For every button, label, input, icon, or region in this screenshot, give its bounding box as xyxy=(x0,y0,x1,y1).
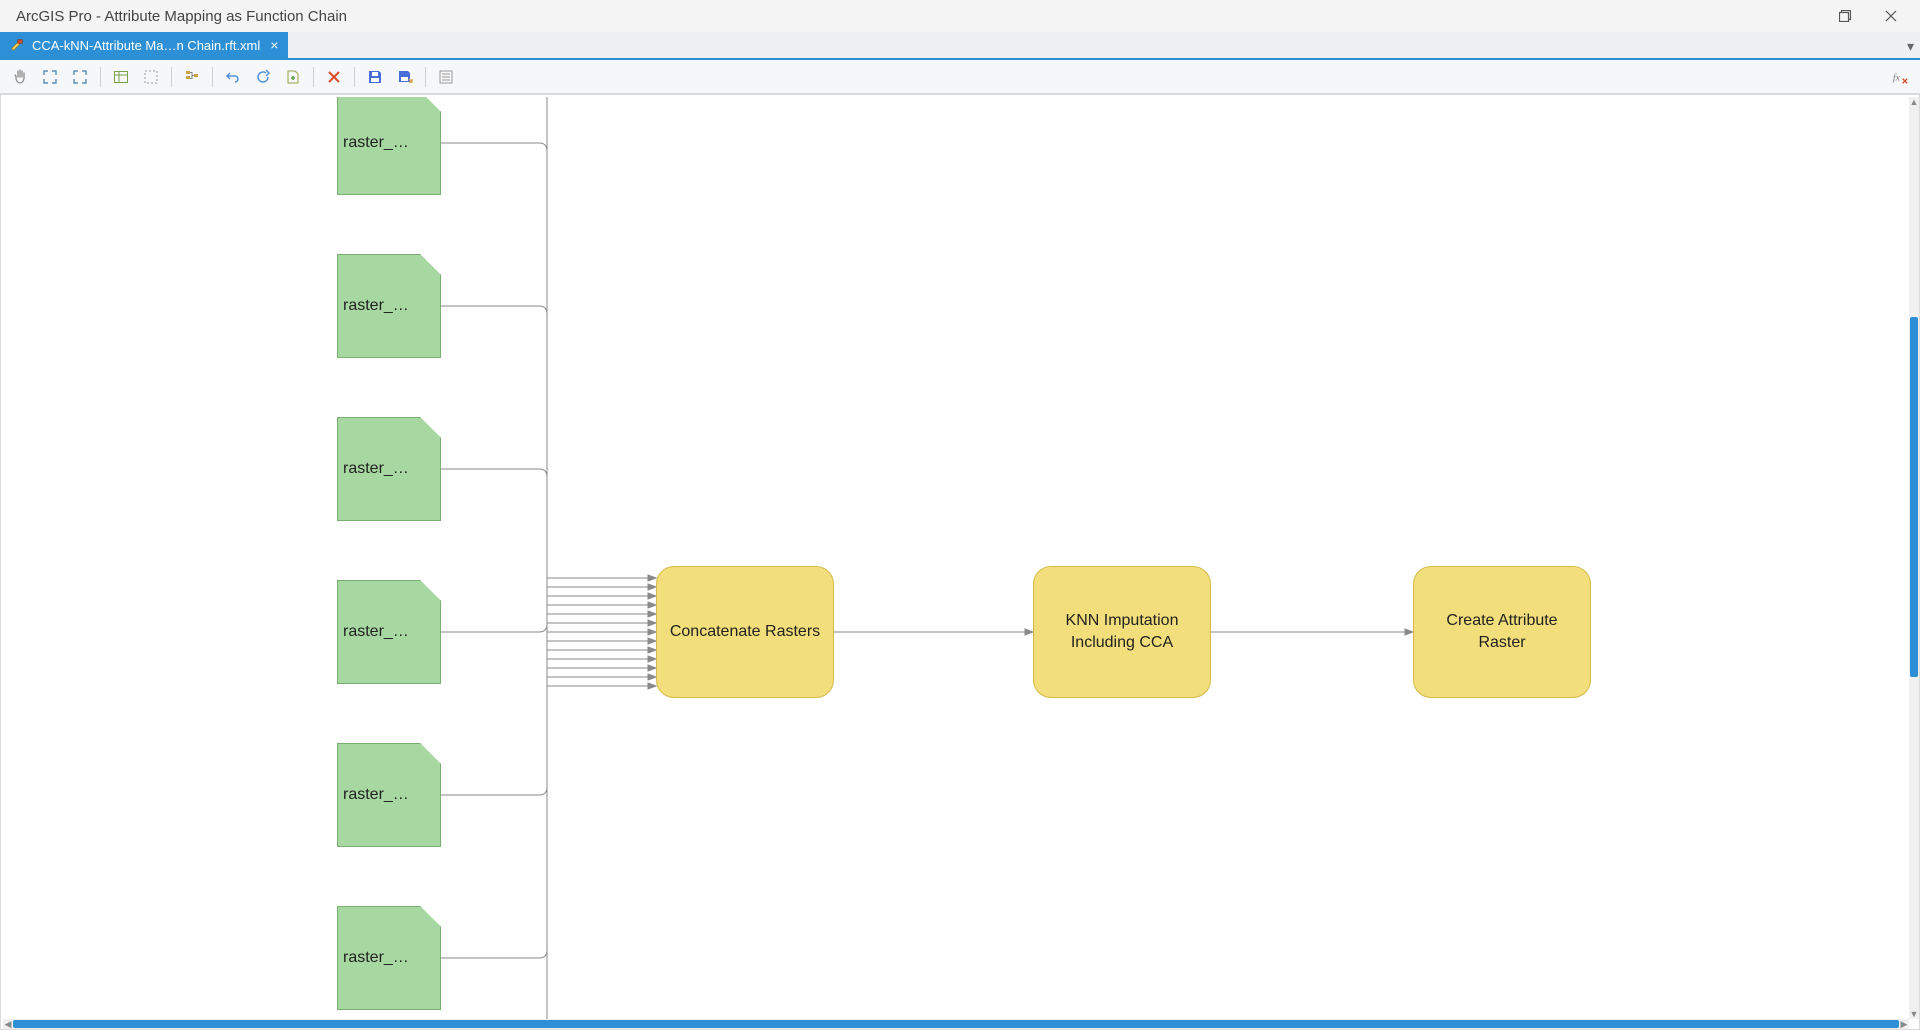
scroll-right-arrow[interactable]: ▶ xyxy=(1899,1019,1909,1029)
scroll-left-arrow[interactable]: ◀ xyxy=(3,1019,13,1029)
raster-input-node[interactable]: raster_… xyxy=(337,417,441,521)
horizontal-scroll-thumb[interactable] xyxy=(13,1020,1899,1028)
toolbar-separator xyxy=(212,67,213,87)
vertical-scroll-thumb[interactable] xyxy=(1910,317,1918,677)
tab-active[interactable]: CCA-kNN-Attribute Ma…n Chain.rft.xml × xyxy=(0,32,288,58)
tab-strip: CCA-kNN-Attribute Ma…n Chain.rft.xml × ▾ xyxy=(0,32,1920,60)
select-all-button[interactable] xyxy=(137,64,165,90)
canvas-area: raster_… raster_… raster_… raster_… raster_…… xyxy=(0,94,1920,1030)
redo-button[interactable] xyxy=(249,64,277,90)
horizontal-scrollbar[interactable]: ◀ ▶ xyxy=(3,1019,1909,1029)
raster-input-node[interactable]: raster_… xyxy=(337,254,441,358)
undo-button[interactable] xyxy=(219,64,247,90)
fx-button[interactable]: fx xyxy=(1886,64,1914,90)
save-button[interactable] xyxy=(361,64,389,90)
toolbar-separator xyxy=(425,67,426,87)
title-bar: ArcGIS Pro - Attribute Mapping as Functi… xyxy=(0,0,1920,32)
function-node-attrib[interactable]: Create Attribute Raster xyxy=(1413,566,1591,698)
toolbar: fx xyxy=(0,60,1920,94)
fit-window-button[interactable] xyxy=(36,64,64,90)
delete-button[interactable] xyxy=(320,64,348,90)
raster-input-node[interactable]: raster_… xyxy=(337,580,441,684)
vertical-scrollbar[interactable]: ▲ ▼ xyxy=(1909,97,1919,1019)
raster-input-node[interactable]: raster_… xyxy=(337,97,441,195)
function-node-label: Concatenate Rasters xyxy=(670,621,820,643)
save-as-button[interactable] xyxy=(391,64,419,90)
toolbar-separator xyxy=(354,67,355,87)
raster-node-label: raster_… xyxy=(343,460,409,478)
raster-node-label: raster_… xyxy=(343,297,409,315)
toolbar-separator xyxy=(313,67,314,87)
tab-label: CCA-kNN-Attribute Ma…n Chain.rft.xml xyxy=(32,38,260,53)
svg-text:fx: fx xyxy=(1893,72,1901,83)
full-extent-button[interactable] xyxy=(66,64,94,90)
tab-overflow-dropdown[interactable]: ▾ xyxy=(1907,38,1914,55)
connection-wires xyxy=(3,97,1909,1019)
add-raster-button[interactable] xyxy=(279,64,307,90)
raster-node-label: raster_… xyxy=(343,623,409,641)
function-node-knn[interactable]: KNN Imputation Including CCA xyxy=(1033,566,1211,698)
close-button[interactable] xyxy=(1868,0,1914,32)
canvas[interactable]: raster_… raster_… raster_… raster_… raster_…… xyxy=(3,97,1909,1019)
pan-tool-button[interactable] xyxy=(6,64,34,90)
toolbar-separator xyxy=(100,67,101,87)
window-title: ArcGIS Pro - Attribute Mapping as Functi… xyxy=(16,8,347,25)
raster-node-label: raster_… xyxy=(343,949,409,967)
function-node-label: KNN Imputation Including CCA xyxy=(1044,610,1200,653)
scroll-down-arrow[interactable]: ▼ xyxy=(1909,1009,1919,1019)
tab-close-button[interactable]: × xyxy=(268,38,280,52)
hammer-icon xyxy=(10,38,24,52)
function-node-concat[interactable]: Concatenate Rasters xyxy=(656,566,834,698)
restore-button[interactable] xyxy=(1822,0,1868,32)
raster-input-node[interactable]: raster_… xyxy=(337,743,441,847)
raster-node-label: raster_… xyxy=(343,134,409,152)
toolbar-separator xyxy=(171,67,172,87)
auto-layout-button[interactable] xyxy=(178,64,206,90)
raster-input-node[interactable]: raster_… xyxy=(337,906,441,1010)
scroll-up-arrow[interactable]: ▲ xyxy=(1909,97,1919,107)
function-node-label: Create Attribute Raster xyxy=(1424,610,1580,653)
properties-button[interactable] xyxy=(432,64,460,90)
add-variable-button[interactable] xyxy=(107,64,135,90)
raster-node-label: raster_… xyxy=(343,786,409,804)
